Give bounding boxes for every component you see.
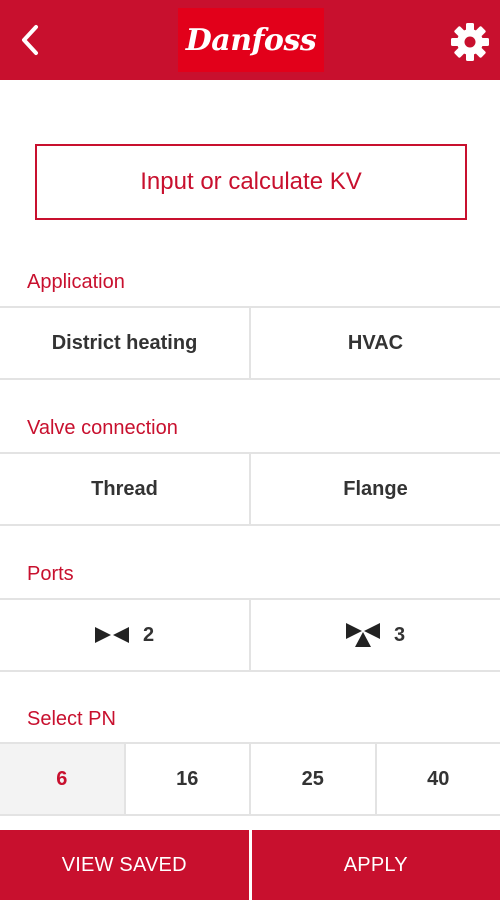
settings-button[interactable]	[448, 20, 492, 64]
footer-bar: VIEW SAVED APPLY	[0, 830, 500, 900]
application-heading: Application	[27, 271, 125, 293]
application-options: District heating HVAC	[0, 306, 500, 380]
view-saved-label: VIEW SAVED	[61, 853, 187, 876]
option-label: 40	[427, 767, 450, 790]
valve-connection-heading: Valve connection	[27, 417, 178, 439]
valve-connection-options: Thread Flange	[0, 452, 500, 526]
two-way-valve-icon	[94, 627, 129, 643]
option-label: 16	[176, 767, 199, 790]
chevron-left-icon	[22, 25, 38, 55]
back-button[interactable]	[10, 20, 50, 60]
option-pn-40[interactable]: 40	[374, 744, 500, 814]
option-pn-6[interactable]: 6	[0, 744, 124, 814]
app-header: Danfoss	[0, 0, 500, 80]
port-label: 2	[142, 623, 155, 646]
logo-text: Danfoss	[185, 22, 317, 58]
three-way-valve-icon	[345, 623, 380, 647]
apply-button[interactable]: APPLY	[248, 830, 500, 900]
option-label: District heating	[51, 331, 198, 354]
option-flange[interactable]: Flange	[249, 454, 500, 524]
option-label: HVAC	[347, 331, 404, 354]
option-label: 25	[301, 767, 324, 790]
option-thread[interactable]: Thread	[0, 454, 249, 524]
option-pn-16[interactable]: 16	[123, 744, 249, 814]
view-saved-button[interactable]: VIEW SAVED	[0, 830, 249, 900]
danfoss-logo: Danfoss	[178, 8, 324, 72]
option-district-heating[interactable]: District heating	[0, 308, 249, 378]
ports-options: 2 3	[0, 598, 500, 672]
option-pn-25[interactable]: 25	[249, 744, 375, 814]
select-pn-heading: Select PN	[27, 708, 116, 730]
gear-icon	[451, 23, 489, 61]
option-ports-3[interactable]: 3	[249, 600, 500, 670]
option-label: 6	[56, 767, 68, 790]
option-label: Flange	[343, 477, 408, 500]
option-hvac[interactable]: HVAC	[249, 308, 500, 378]
option-ports-2[interactable]: 2	[0, 600, 249, 670]
kv-button-label: Input or calculate KV	[140, 168, 362, 195]
ports-heading: Ports	[27, 563, 74, 585]
input-calculate-kv-button[interactable]: Input or calculate KV	[35, 144, 467, 220]
port-label: 3	[393, 623, 406, 646]
pn-options: 6 16 25 40	[0, 742, 500, 816]
apply-label: APPLY	[343, 853, 408, 876]
option-label: Thread	[91, 477, 158, 500]
